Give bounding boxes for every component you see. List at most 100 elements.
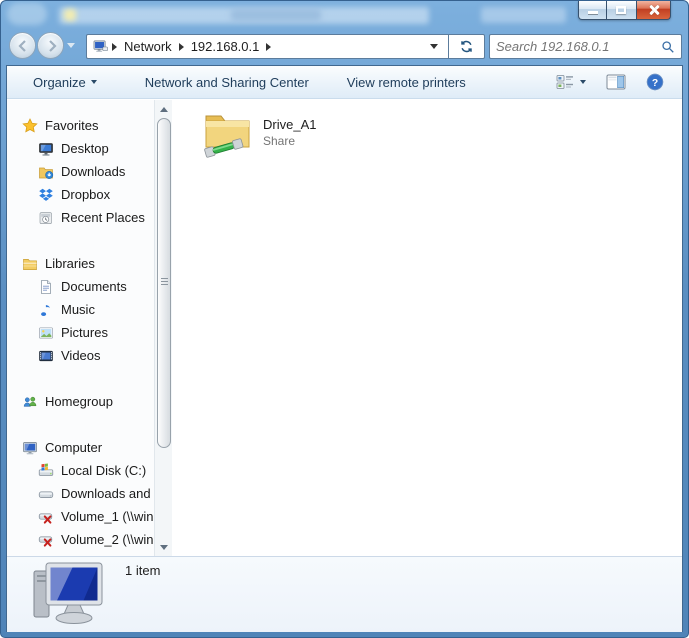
sidebar-section-label: Computer <box>45 440 102 455</box>
dropbox-icon <box>38 187 54 203</box>
drive-x-icon <box>38 509 54 525</box>
ghost-blur <box>231 9 321 21</box>
minimize-icon <box>588 11 598 14</box>
maximize-icon <box>616 6 626 14</box>
sidebar-item-label: Volume_2 (\\win <box>61 532 154 547</box>
search-box[interactable] <box>489 34 682 59</box>
downloads-icon <box>38 164 54 180</box>
sidebar-item-videos[interactable]: Videos <box>7 344 154 367</box>
breadcrumb-network[interactable]: Network <box>120 39 176 54</box>
search-icon <box>661 40 675 54</box>
chevron-down-icon <box>580 80 586 84</box>
sidebar-section-libraries[interactable]: Libraries <box>7 252 154 275</box>
forward-button[interactable] <box>37 32 64 59</box>
search-input[interactable] <box>496 39 661 54</box>
desktop-icon <box>38 141 54 157</box>
libraries-icon <box>22 256 38 272</box>
sidebar-item-dropbox[interactable]: Dropbox <box>7 183 154 206</box>
maximize-button[interactable] <box>607 1 636 20</box>
sidebar-item-label: Videos <box>61 348 101 363</box>
breadcrumb-host[interactable]: 192.168.0.1 <box>187 39 264 54</box>
file-name: Drive_A1 <box>263 117 316 132</box>
file-list: Drive_A1 Share <box>173 100 682 556</box>
forward-icon <box>46 40 58 52</box>
recent-icon <box>38 210 54 226</box>
sidebar-section-favorites[interactable]: Favorites <box>7 114 154 137</box>
sidebar-section-homegroup[interactable]: Homegroup <box>7 390 154 413</box>
star-icon <box>22 118 38 134</box>
navigation-scrollbar[interactable] <box>154 100 172 556</box>
sidebar-item-volume-2-win[interactable]: Volume_2 (\\win <box>7 528 154 551</box>
sidebar-item-label: Volume_1 (\\win <box>61 509 154 524</box>
sidebar-item-label: Dropbox <box>61 187 110 202</box>
recent-pages-dropdown[interactable] <box>67 43 75 48</box>
item-count: 1 item <box>125 563 160 578</box>
sidebar-item-label: Recent Places <box>61 210 145 225</box>
svg-text:?: ? <box>652 78 658 89</box>
preview-pane-button[interactable] <box>602 70 630 94</box>
sidebar-section-computer[interactable]: Computer <box>7 436 154 459</box>
document-icon <box>38 279 54 295</box>
video-icon <box>38 348 54 364</box>
network-sharing-center-label: Network and Sharing Center <box>145 75 309 90</box>
breadcrumb-bar[interactable]: Network 192.168.0.1 <box>86 34 448 59</box>
sidebar-item-local-disk-c[interactable]: Local Disk (C:) <box>7 459 154 482</box>
client-area: Organize Network and Sharing Center View… <box>6 65 683 632</box>
sidebar-item-recent-places[interactable]: Recent Places <box>7 206 154 229</box>
sidebar-item-downloads-and-n[interactable]: Downloads and N <box>7 482 154 505</box>
scroll-down-icon <box>160 545 168 550</box>
crumb-separator-icon <box>266 43 271 51</box>
network-sharing-center-button[interactable]: Network and Sharing Center <box>135 70 319 94</box>
sidebar-section-label: Favorites <box>45 118 98 133</box>
views-icon <box>556 74 575 91</box>
view-remote-printers-button[interactable]: View remote printers <box>337 70 476 94</box>
sidebar-item-downloads[interactable]: Downloads <box>7 160 154 183</box>
close-icon <box>649 5 660 15</box>
sidebar-item-pictures[interactable]: Pictures <box>7 321 154 344</box>
command-toolbar: Organize Network and Sharing Center View… <box>7 66 682 99</box>
sidebar-item-desktop[interactable]: Desktop <box>7 137 154 160</box>
titlebar[interactable] <box>1 1 688 29</box>
help-icon: ? <box>646 73 664 91</box>
address-dropdown-icon[interactable] <box>430 44 438 49</box>
preview-pane-icon <box>606 74 626 90</box>
back-button[interactable] <box>9 32 36 59</box>
help-button[interactable]: ? <box>642 70 668 94</box>
scrollbar-thumb[interactable] <box>157 118 171 448</box>
refresh-icon <box>459 39 474 54</box>
sidebar-item-documents[interactable]: Documents <box>7 275 154 298</box>
scroll-up-button[interactable] <box>156 101 172 117</box>
shared-folder-icon <box>199 108 255 160</box>
music-icon <box>38 302 54 318</box>
file-tile-drive_a1[interactable]: Drive_A1 Share <box>199 108 419 160</box>
view-remote-printers-label: View remote printers <box>347 75 466 90</box>
drive-x-icon <box>38 532 54 548</box>
disk-os-icon <box>38 463 54 479</box>
details-pane: 1 item <box>7 556 682 632</box>
file-detail: Share <box>263 134 316 148</box>
sidebar-item-label: Desktop <box>61 141 109 156</box>
close-button[interactable] <box>636 1 671 20</box>
address-row: Network 192.168.0.1 <box>1 29 688 65</box>
sidebar-item-label: Local Disk (C:) <box>61 463 146 478</box>
back-icon <box>17 40 29 52</box>
homegroup-icon <box>22 394 38 410</box>
picture-icon <box>38 325 54 341</box>
crumb-separator-icon <box>179 43 184 51</box>
caption-buttons <box>578 1 671 20</box>
scroll-down-button[interactable] <box>156 539 172 555</box>
sidebar-item-volume-1-win[interactable]: Volume_1 (\\win <box>7 505 154 528</box>
ghost-blur <box>481 7 566 23</box>
change-view-button[interactable] <box>552 70 590 94</box>
organize-button[interactable]: Organize <box>23 70 107 94</box>
sidebar-item-label: Downloads <box>61 164 125 179</box>
minimize-button[interactable] <box>578 1 607 20</box>
sidebar-item-label: Documents <box>61 279 127 294</box>
ghost-blur <box>64 9 76 21</box>
sidebar-item-music[interactable]: Music <box>7 298 154 321</box>
sidebar-section-label: Homegroup <box>45 394 113 409</box>
navigation-pane: Favorites Desktop Downloads Dropbox Recent P… <box>7 100 154 556</box>
refresh-button[interactable] <box>448 34 485 59</box>
explorer-window: Network 192.168.0.1 Organize <box>0 0 689 638</box>
computer-icon <box>29 561 113 629</box>
